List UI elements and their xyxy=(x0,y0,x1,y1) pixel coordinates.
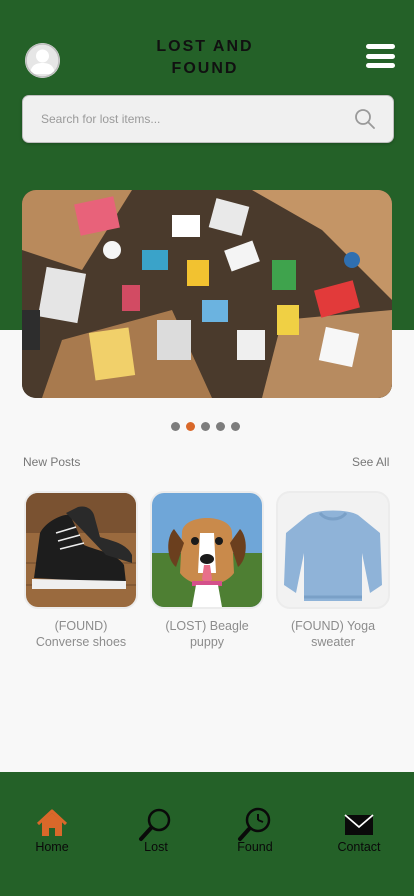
carousel-dot[interactable] xyxy=(171,422,180,431)
home-icon xyxy=(36,809,68,836)
app-title: LOST AND FOUND xyxy=(156,38,254,77)
nav-label: Found xyxy=(237,840,273,854)
nav-item-found[interactable]: Found xyxy=(215,772,295,896)
light-blue-sweater-image xyxy=(276,491,390,609)
nav-label: Contact xyxy=(337,840,381,854)
hero-carousel-image[interactable] xyxy=(22,190,392,398)
hamburger-menu-icon[interactable] xyxy=(366,44,395,68)
post-card[interactable]: (FOUND) Yoga sweater xyxy=(276,491,390,650)
search-icon[interactable] xyxy=(354,108,376,130)
post-card[interactable]: (LOST) Beagle puppy xyxy=(150,491,264,650)
search-bar xyxy=(22,95,394,143)
nav-item-lost[interactable]: Lost xyxy=(116,772,196,896)
post-caption: (FOUND) Yoga sweater xyxy=(290,619,376,649)
carousel-dot[interactable] xyxy=(216,422,225,431)
carousel-dot[interactable] xyxy=(201,422,210,431)
magnifier-clock-icon xyxy=(238,807,271,841)
menu-bar xyxy=(366,53,395,59)
section-title-new-posts: New Posts xyxy=(23,455,81,469)
menu-bar xyxy=(366,44,395,49)
beagle-puppy-image xyxy=(150,491,264,609)
envelope-icon xyxy=(344,814,374,835)
post-caption: (FOUND) Converse shoes xyxy=(35,619,127,649)
nav-label: Home xyxy=(35,840,69,854)
carousel-dot[interactable] xyxy=(186,422,195,431)
nav-label: Lost xyxy=(144,840,168,854)
nav-item-home[interactable]: Home xyxy=(12,772,92,896)
menu-bar xyxy=(366,63,395,68)
magnifier-icon xyxy=(139,808,171,841)
black-high-top-sneakers-image xyxy=(24,491,138,609)
user-avatar-icon[interactable] xyxy=(25,43,60,78)
carousel-indicators xyxy=(171,422,240,431)
nav-item-contact[interactable]: Contact xyxy=(319,772,399,896)
bottom-navigation: Home Lost Found Contact xyxy=(0,772,414,896)
post-caption: (LOST) Beagle puppy xyxy=(165,619,249,649)
see-all-link[interactable]: See All xyxy=(352,455,389,469)
post-card[interactable]: (FOUND) Converse shoes xyxy=(24,491,138,650)
search-input[interactable] xyxy=(23,96,343,142)
carousel-dot[interactable] xyxy=(231,422,240,431)
